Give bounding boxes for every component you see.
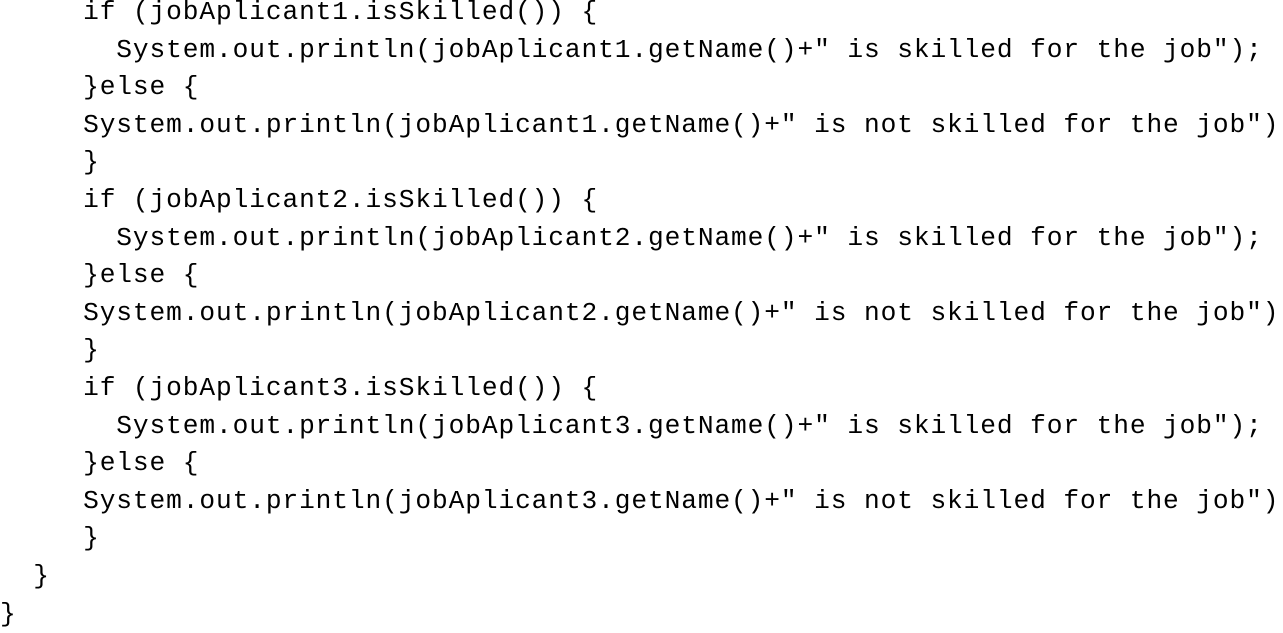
code-line-if-applicant2: if (jobAplicant2.isSkilled()) {	[0, 182, 1283, 220]
code-line-if-applicant3: if (jobAplicant3.isSkilled()) {	[0, 370, 1283, 408]
code-line-close-method: }	[0, 558, 1283, 596]
code-listing: if (jobAplicant1.isSkilled()) { System.o…	[0, 0, 1283, 633]
code-line-println-skilled-2: System.out.println(jobAplicant2.getName(…	[0, 220, 1283, 258]
code-line-close-brace-3: }	[0, 520, 1283, 558]
code-line-println-skilled-3: System.out.println(jobAplicant3.getName(…	[0, 408, 1283, 446]
code-line-else-1: }else {	[0, 69, 1283, 107]
code-line-println-not-skilled-3: System.out.println(jobAplicant3.getName(…	[0, 483, 1283, 521]
code-line-println-skilled-1: System.out.println(jobAplicant1.getName(…	[0, 32, 1283, 70]
code-line-println-not-skilled-2: System.out.println(jobAplicant2.getName(…	[0, 295, 1283, 333]
code-line-close-brace-2: }	[0, 332, 1283, 370]
code-line-else-3: }else {	[0, 445, 1283, 483]
code-line-else-2: }else {	[0, 257, 1283, 295]
code-line-close-brace-1: }	[0, 144, 1283, 182]
code-line-close-class: }	[0, 596, 1283, 633]
code-line-if-applicant1: if (jobAplicant1.isSkilled()) {	[0, 0, 1283, 32]
code-line-println-not-skilled-1: System.out.println(jobAplicant1.getName(…	[0, 107, 1283, 145]
